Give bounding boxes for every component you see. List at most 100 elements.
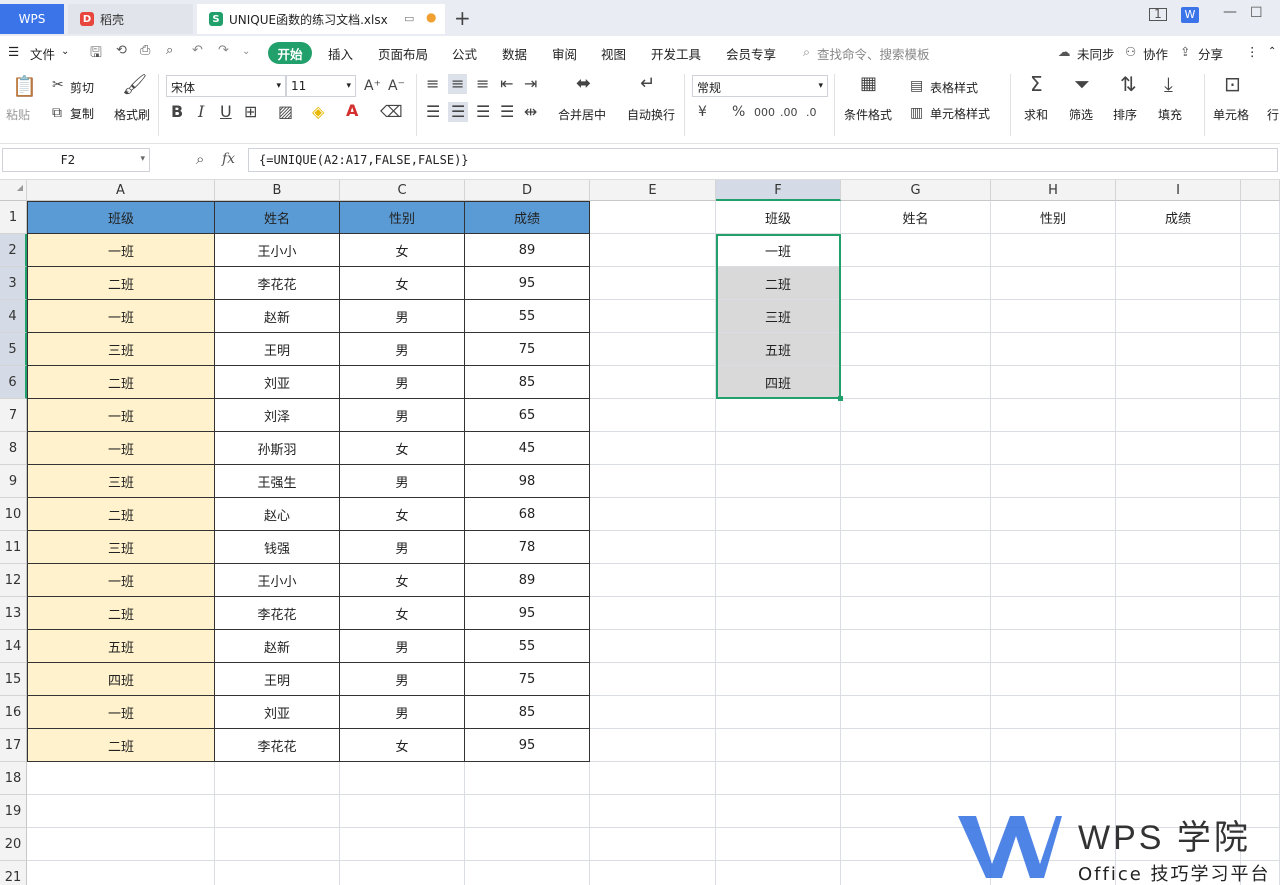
name-box[interactable]: F2 ▾ [2, 148, 150, 172]
column-header-G[interactable]: G [841, 180, 991, 201]
cell-H16[interactable] [991, 696, 1116, 729]
cell-F12[interactable] [716, 564, 841, 597]
unique-result-cell[interactable]: 三班 [716, 300, 841, 333]
table-cell[interactable]: 男 [340, 399, 465, 432]
wps-account-icon[interactable]: W [1181, 7, 1199, 23]
cell-J1[interactable] [1241, 201, 1280, 234]
row-header-6[interactable]: 6 [0, 366, 27, 399]
format-painter-button[interactable]: 格式刷 [114, 106, 150, 123]
table-cell[interactable]: 一班 [27, 234, 215, 267]
unique-result-cell[interactable]: 五班 [716, 333, 841, 366]
table-cell[interactable]: 一班 [27, 696, 215, 729]
table-cell[interactable]: 男 [340, 531, 465, 564]
table-cell[interactable]: 男 [340, 663, 465, 696]
table-cell[interactable]: 王明 [215, 333, 340, 366]
undo-icon[interactable]: ↶ [192, 43, 203, 58]
maximize-icon[interactable]: ☐ [1250, 5, 1263, 21]
table-cell[interactable]: 三班 [27, 531, 215, 564]
table-cell[interactable]: 女 [340, 597, 465, 630]
row-header-10[interactable]: 10 [0, 498, 27, 531]
cell-E20[interactable] [590, 828, 716, 861]
increase-decimal-icon[interactable]: .00 [780, 105, 798, 121]
cell-H17[interactable] [991, 729, 1116, 762]
cell-J3[interactable] [1241, 267, 1280, 300]
table-cell[interactable]: 赵新 [215, 630, 340, 663]
menu-start-tab[interactable]: 开始 [268, 42, 312, 64]
cell-D20[interactable] [465, 828, 590, 861]
table-cell[interactable]: 二班 [27, 366, 215, 399]
cell-I4[interactable] [1116, 300, 1241, 333]
fill-pattern-icon[interactable]: ▨ [278, 104, 293, 120]
cell-F9[interactable] [716, 465, 841, 498]
row-header-9[interactable]: 9 [0, 465, 27, 498]
row-header-17[interactable]: 17 [0, 729, 27, 762]
table-cell[interactable]: 75 [465, 663, 590, 696]
cell-J6[interactable] [1241, 366, 1280, 399]
table-cell[interactable]: 女 [340, 729, 465, 762]
column-header-I[interactable]: I [1116, 180, 1241, 201]
window-count-icon[interactable]: 1 [1149, 8, 1167, 21]
more-options-icon[interactable]: ⋮ [1246, 44, 1259, 59]
cell-H4[interactable] [991, 300, 1116, 333]
cell-E21[interactable] [590, 861, 716, 885]
cell-I2[interactable] [1116, 234, 1241, 267]
cell-A18[interactable] [27, 762, 215, 795]
print-icon[interactable]: ⎙ [140, 43, 150, 58]
cell-I10[interactable] [1116, 498, 1241, 531]
decrease-font-icon[interactable]: A⁻ [388, 78, 405, 94]
table-cell[interactable]: 刘亚 [215, 366, 340, 399]
row-header-19[interactable]: 19 [0, 795, 27, 828]
table-header-cell[interactable]: 姓名 [215, 201, 340, 234]
table-cell[interactable]: 男 [340, 300, 465, 333]
cell-F20[interactable] [716, 828, 841, 861]
column-header-F[interactable]: F [716, 180, 841, 201]
table-cell[interactable]: 95 [465, 729, 590, 762]
zoom-icon[interactable]: ⌕ [196, 150, 204, 168]
cell-I14[interactable] [1116, 630, 1241, 663]
table-cell[interactable]: 男 [340, 465, 465, 498]
filter-button[interactable]: 筛选 [1069, 106, 1093, 123]
cell-G14[interactable] [841, 630, 991, 663]
unique-result-cell[interactable]: 二班 [716, 267, 841, 300]
cell-B19[interactable] [215, 795, 340, 828]
cell-F16[interactable] [716, 696, 841, 729]
tab-active-workbook[interactable]: S UNIQUE函数的练习文档.xlsx ▭ ● [197, 4, 445, 34]
cell-F21[interactable] [716, 861, 841, 885]
table-cell[interactable]: 65 [465, 399, 590, 432]
menu-formula[interactable]: 公式 [452, 44, 477, 63]
paste-icon[interactable]: 📋 [12, 76, 37, 96]
cell-E9[interactable] [590, 465, 716, 498]
menu-file[interactable]: 文件 [30, 44, 55, 63]
table-cell[interactable]: 55 [465, 630, 590, 663]
result-header-cell[interactable]: 姓名 [841, 201, 991, 234]
cell-G13[interactable] [841, 597, 991, 630]
table-cell[interactable]: 李花花 [215, 597, 340, 630]
cell-G5[interactable] [841, 333, 991, 366]
cell-F13[interactable] [716, 597, 841, 630]
table-header-cell[interactable]: 成绩 [465, 201, 590, 234]
cell-G8[interactable] [841, 432, 991, 465]
indent-increase-icon[interactable]: ⇥ [524, 76, 537, 92]
result-header-cell[interactable]: 班级 [716, 201, 841, 234]
table-cell[interactable]: 赵心 [215, 498, 340, 531]
table-cell[interactable]: 三班 [27, 465, 215, 498]
menu-view[interactable]: 视图 [601, 44, 626, 63]
cell-H14[interactable] [991, 630, 1116, 663]
decrease-decimal-icon[interactable]: .0 [806, 105, 817, 121]
cell-E1[interactable] [590, 201, 716, 234]
row-header-5[interactable]: 5 [0, 333, 27, 366]
menu-review[interactable]: 审阅 [552, 44, 577, 63]
cell-J4[interactable] [1241, 300, 1280, 333]
table-cell[interactable]: 二班 [27, 597, 215, 630]
cell-G11[interactable] [841, 531, 991, 564]
table-cell[interactable]: 75 [465, 333, 590, 366]
cell-H2[interactable] [991, 234, 1116, 267]
table-cell[interactable]: 女 [340, 564, 465, 597]
cell-G9[interactable] [841, 465, 991, 498]
cell-J9[interactable] [1241, 465, 1280, 498]
cell-H12[interactable] [991, 564, 1116, 597]
cell-J13[interactable] [1241, 597, 1280, 630]
table-cell[interactable]: 二班 [27, 498, 215, 531]
percent-icon[interactable]: % [732, 104, 745, 120]
table-header-cell[interactable]: 班级 [27, 201, 215, 234]
